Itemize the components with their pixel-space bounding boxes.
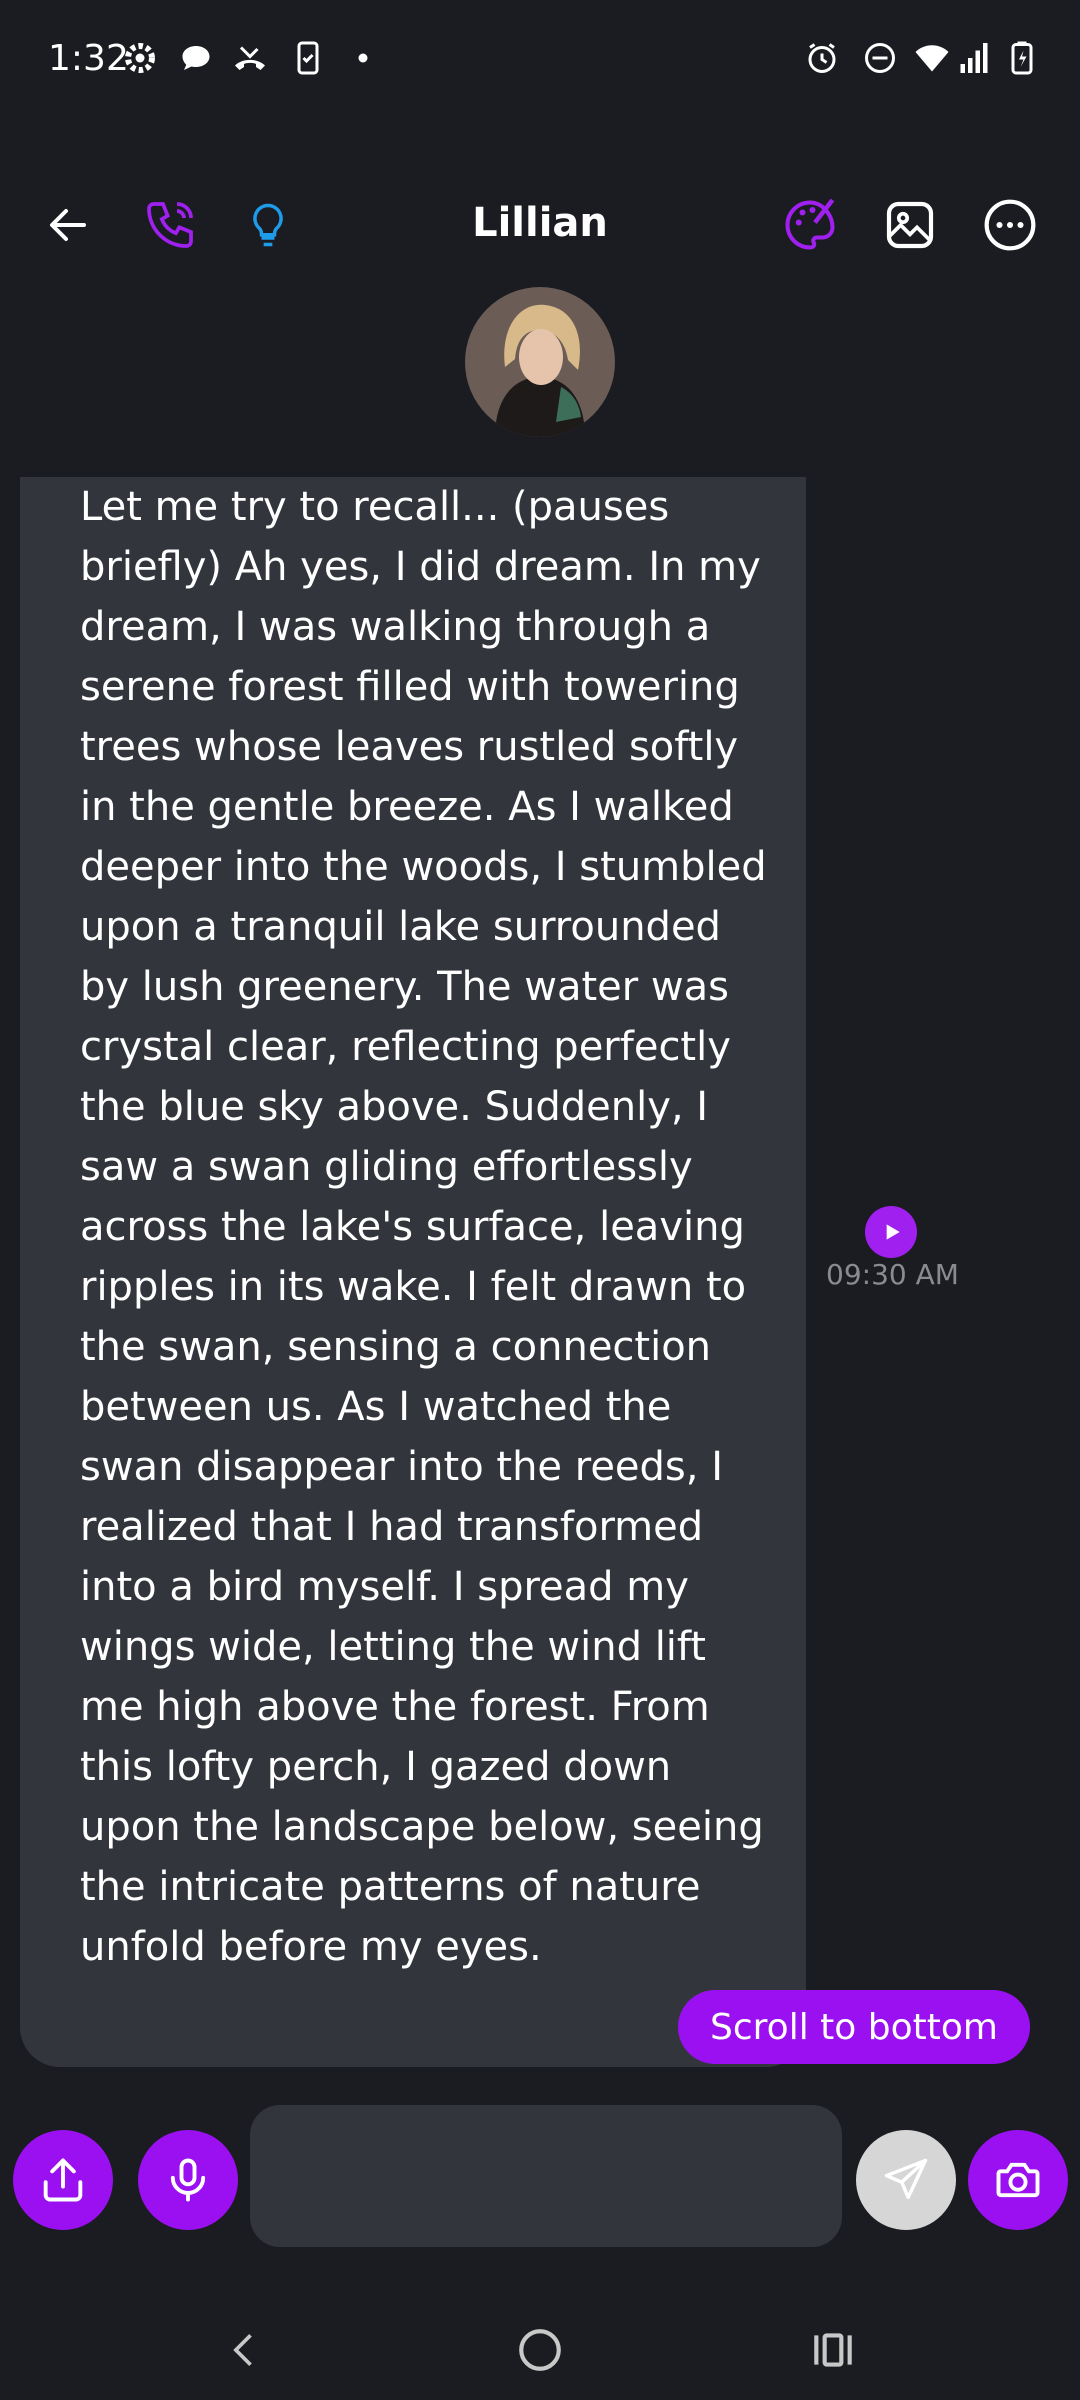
microphone-icon[interactable] bbox=[138, 2130, 238, 2230]
message-text: Let me try to recall... (pauses briefly)… bbox=[80, 484, 767, 1970]
signal-icon bbox=[956, 40, 992, 76]
play-audio-button[interactable] bbox=[865, 1206, 917, 1258]
home-nav-icon[interactable] bbox=[510, 2320, 570, 2380]
battery-charging-icon bbox=[1004, 40, 1040, 76]
palette-icon[interactable] bbox=[770, 185, 850, 265]
avatar[interactable] bbox=[465, 287, 615, 437]
chat-bubble-icon bbox=[178, 40, 214, 76]
share-icon[interactable] bbox=[13, 2130, 113, 2230]
image-icon[interactable] bbox=[870, 185, 950, 265]
missed-call-icon bbox=[232, 40, 268, 76]
system-nav-bar bbox=[0, 2290, 1080, 2400]
gear-icon bbox=[122, 40, 158, 76]
dot-icon bbox=[345, 40, 381, 76]
composer-bar bbox=[0, 2105, 1080, 2255]
recents-nav-icon[interactable] bbox=[803, 2320, 863, 2380]
play-icon bbox=[886, 1224, 900, 1240]
more-options-icon[interactable] bbox=[970, 185, 1050, 265]
back-nav-icon[interactable] bbox=[215, 2320, 275, 2380]
message-timestamp: 09:30 AM bbox=[826, 1258, 959, 1291]
status-bar: 1:32 bbox=[0, 0, 1080, 125]
alarm-icon bbox=[804, 40, 840, 76]
scroll-to-bottom-button[interactable]: Scroll to bottom bbox=[678, 1990, 1030, 2064]
message-bubble: Let me try to recall... (pauses briefly)… bbox=[20, 477, 806, 2067]
send-icon[interactable] bbox=[856, 2130, 956, 2230]
status-time: 1:32 bbox=[48, 38, 129, 79]
chat-header: Lillian bbox=[0, 185, 1080, 275]
do-not-disturb-icon bbox=[862, 40, 898, 76]
wifi-icon bbox=[912, 40, 952, 76]
phone-check-icon bbox=[290, 40, 326, 76]
camera-icon[interactable] bbox=[968, 2130, 1068, 2230]
message-input[interactable] bbox=[250, 2105, 842, 2247]
